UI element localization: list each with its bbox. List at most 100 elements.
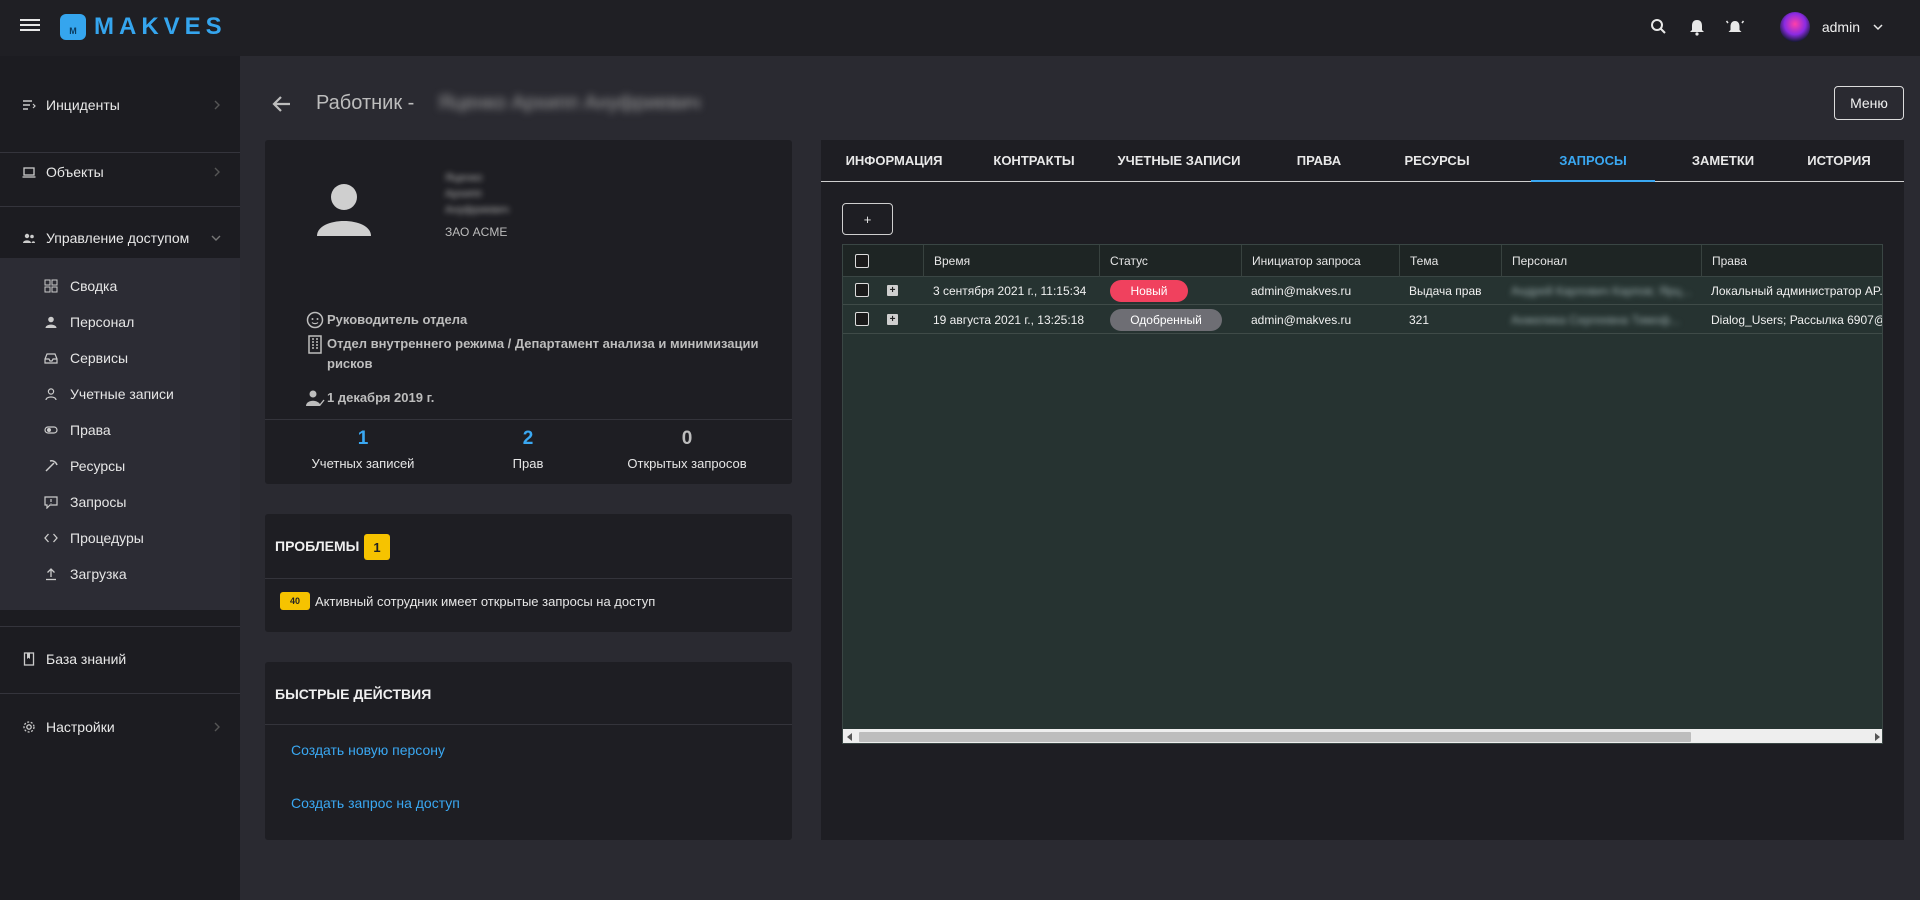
row-checkbox[interactable] <box>855 312 869 326</box>
sidebar-item-label: Запросы <box>70 494 127 510</box>
sidebar-item-label: Объекты <box>46 164 104 180</box>
page-title-employee-name: Яценко Архипп Ануфриевич <box>438 92 701 114</box>
sidebar-item-services[interactable]: Сервисы <box>0 340 240 376</box>
column-header-rights[interactable]: Права <box>1701 245 1882 277</box>
sidebar-item-requests[interactable]: Запросы <box>0 484 240 520</box>
row-checkbox[interactable] <box>855 283 869 297</box>
back-arrow-icon[interactable] <box>270 92 294 116</box>
stat-accounts[interactable]: 1 Учетных записей <box>278 426 448 471</box>
tab-accounts[interactable]: УЧЕТНЫЕ ЗАПИСИ <box>1099 140 1259 182</box>
sidebar-item-knowledge-base[interactable]: База знаний <box>0 639 240 679</box>
cell-rights: Локальный администратор AP... <box>1711 284 1883 298</box>
hire-date-text: 1 декабря 2019 г. <box>327 390 435 405</box>
stat-caption: Прав <box>512 456 544 471</box>
position-text: Руководитель отдела <box>327 312 468 327</box>
hamburger-menu-icon[interactable] <box>20 16 40 36</box>
hire-date-row: 1 декабря 2019 г. <box>305 388 434 408</box>
quick-actions-card: БЫСТРЫЕ ДЕЙСТВИЯ Создать новую персону С… <box>265 662 792 840</box>
sidebar-item-label: Сводка <box>70 278 118 294</box>
scroll-right-arrow-icon[interactable] <box>1875 733 1880 741</box>
stat-open-requests[interactable]: 0 Открытых запросов <box>602 426 772 471</box>
horizontal-scrollbar[interactable] <box>843 729 1882 743</box>
stat-caption: Открытых запросов <box>627 456 747 471</box>
notification-bell-icon[interactable] <box>1687 17 1707 37</box>
status-badge: Новый <box>1110 280 1188 302</box>
cell-personnel: Андрей Карлович Карпов; Ярц... <box>1511 284 1692 298</box>
chevron-down-icon <box>211 235 221 241</box>
department-row: Отдел внутреннего режима / Департамент а… <box>305 334 765 374</box>
chevron-down-icon <box>1873 24 1883 31</box>
scrollbar-thumb[interactable] <box>859 732 1691 742</box>
sidebar-item-accounts[interactable]: Учетные записи <box>0 376 240 412</box>
sidebar-item-procedures[interactable]: Процедуры <box>0 520 240 556</box>
menu-button[interactable]: Меню <box>1834 86 1904 120</box>
column-header-personnel[interactable]: Персонал <box>1501 245 1701 277</box>
employee-first-name: Архипп <box>445 188 482 200</box>
requests-table: Время Статус Инициатор запроса Тема Перс… <box>842 244 1883 744</box>
scroll-left-arrow-icon[interactable] <box>847 733 852 741</box>
tab-history[interactable]: ИСТОРИЯ <box>1784 140 1894 182</box>
column-header-initiator[interactable]: Инициатор запроса <box>1241 245 1399 277</box>
pickaxe-icon <box>45 460 58 472</box>
sidebar-item-objects[interactable]: Объекты <box>0 152 240 192</box>
search-icon[interactable] <box>1649 17 1669 37</box>
person-avatar-icon <box>317 184 371 236</box>
tab-requests[interactable]: ЗАПРОСЫ <box>1531 140 1655 182</box>
logo-text: MAKVES <box>94 13 227 40</box>
expand-row-icon[interactable]: + <box>887 314 898 325</box>
select-all-checkbox[interactable] <box>855 254 869 268</box>
access-management-submenu: Сводка Персонал Сервисы Учетные записи П… <box>0 258 240 610</box>
create-person-link[interactable]: Создать новую персону <box>291 742 445 758</box>
sidebar-item-rights[interactable]: Права <box>0 412 240 448</box>
problem-severity-badge: 40 <box>280 592 310 610</box>
inbox-icon <box>44 353 58 364</box>
status-badge: Одобренный <box>1110 309 1222 331</box>
create-access-request-link[interactable]: Создать запрос на доступ <box>291 795 460 811</box>
stat-value: 2 <box>522 428 534 449</box>
quick-actions-title: БЫСТРЫЕ ДЕЙСТВИЯ <box>275 686 432 702</box>
sidebar-item-personnel[interactable]: Персонал <box>0 304 240 340</box>
logo[interactable]: M MAKVES <box>60 13 227 41</box>
user-menu[interactable]: admin <box>1779 12 1884 42</box>
sidebar-item-label: База знаний <box>46 651 127 667</box>
sidebar-item-resources[interactable]: Ресурсы <box>0 448 240 484</box>
sidebar-item-label: Управление доступом <box>46 230 190 246</box>
cell-rights: Dialog_Users; Рассылка 6907@... <box>1711 313 1883 327</box>
sidebar-item-summary[interactable]: Сводка <box>0 268 240 304</box>
tab-notes[interactable]: ЗАМЕТКИ <box>1673 140 1773 182</box>
tab-resources[interactable]: РЕСУРСЫ <box>1377 140 1497 182</box>
sidebar-item-upload[interactable]: Загрузка <box>0 556 240 592</box>
sidebar-item-access-management[interactable]: Управление доступом <box>0 218 240 258</box>
table-row[interactable]: + 3 сентября 2021 г., 11:15:34 Новый adm… <box>843 277 1883 305</box>
alarm-bell-icon[interactable] <box>1725 17 1745 37</box>
tab-rights[interactable]: ПРАВА <box>1277 140 1361 182</box>
user-check-icon <box>306 390 325 407</box>
upload-icon <box>46 568 56 581</box>
add-request-button[interactable]: + <box>842 203 893 235</box>
cell-time: 19 августа 2021 г., 13:25:18 <box>933 313 1084 327</box>
cell-initiator: admin@makves.ru <box>1251 284 1352 298</box>
table-row[interactable]: + 19 августа 2021 г., 13:25:18 Одобренны… <box>843 306 1883 334</box>
organization: ЗАО ACME <box>445 225 508 239</box>
cell-topic: 321 <box>1409 313 1430 327</box>
column-header-status[interactable]: Статус <box>1099 245 1241 277</box>
stat-caption: Учетных записей <box>311 456 415 471</box>
problems-count-badge: 1 <box>364 534 390 560</box>
department-text: Отдел внутреннего режима / Департамент а… <box>327 336 759 371</box>
cell-topic: Выдача прав <box>1409 284 1482 298</box>
expand-row-icon[interactable]: + <box>887 285 898 296</box>
column-header-time[interactable]: Время <box>923 245 1099 277</box>
problem-text[interactable]: Активный сотрудник имеет открытые запрос… <box>315 594 655 609</box>
sidebar-item-incidents[interactable]: Инциденты <box>0 85 240 125</box>
tab-contracts[interactable]: КОНТРАКТЫ <box>974 140 1094 182</box>
sidebar-item-settings[interactable]: Настройки <box>0 707 240 747</box>
sidebar-item-label: Инциденты <box>46 97 120 113</box>
cell-personnel: Анжелика Сергеевна Тимоф... <box>1511 313 1680 327</box>
tab-information[interactable]: ИНФОРМАЦИЯ <box>829 140 959 182</box>
sidebar-item-label: Ресурсы <box>70 458 126 474</box>
stat-rights[interactable]: 2 Прав <box>443 426 613 471</box>
column-header-topic[interactable]: Тема <box>1399 245 1501 277</box>
account-icon <box>45 388 57 401</box>
laptop-icon <box>22 167 36 178</box>
person-icon <box>45 316 57 328</box>
